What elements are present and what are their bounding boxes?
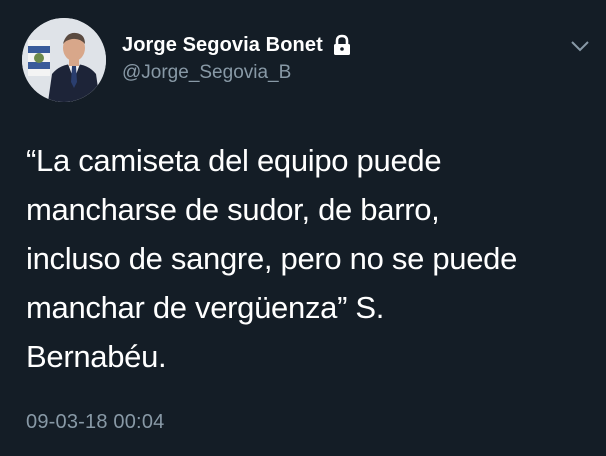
avatar[interactable] [22, 18, 106, 102]
tweet-text: “La camiseta del equipo puede mancharse … [26, 143, 518, 374]
tweet-timestamp[interactable]: 09-03-18 00:04 [26, 411, 164, 434]
lock-icon [332, 34, 352, 56]
tweet-header: Jorge Segovia Bonet @Jorge_Segovia_B [22, 18, 592, 104]
display-name[interactable]: Jorge Segovia Bonet [122, 34, 323, 57]
username-handle[interactable]: @Jorge_Segovia_B [122, 62, 352, 84]
user-info: Jorge Segovia Bonet @Jorge_Segovia_B [122, 30, 352, 84]
chevron-down-icon[interactable] [568, 34, 592, 58]
avatar-image [22, 18, 106, 102]
display-name-row: Jorge Segovia Bonet [122, 30, 352, 60]
tweet-card: Jorge Segovia Bonet @Jorge_Segovia_B “La… [0, 0, 606, 456]
